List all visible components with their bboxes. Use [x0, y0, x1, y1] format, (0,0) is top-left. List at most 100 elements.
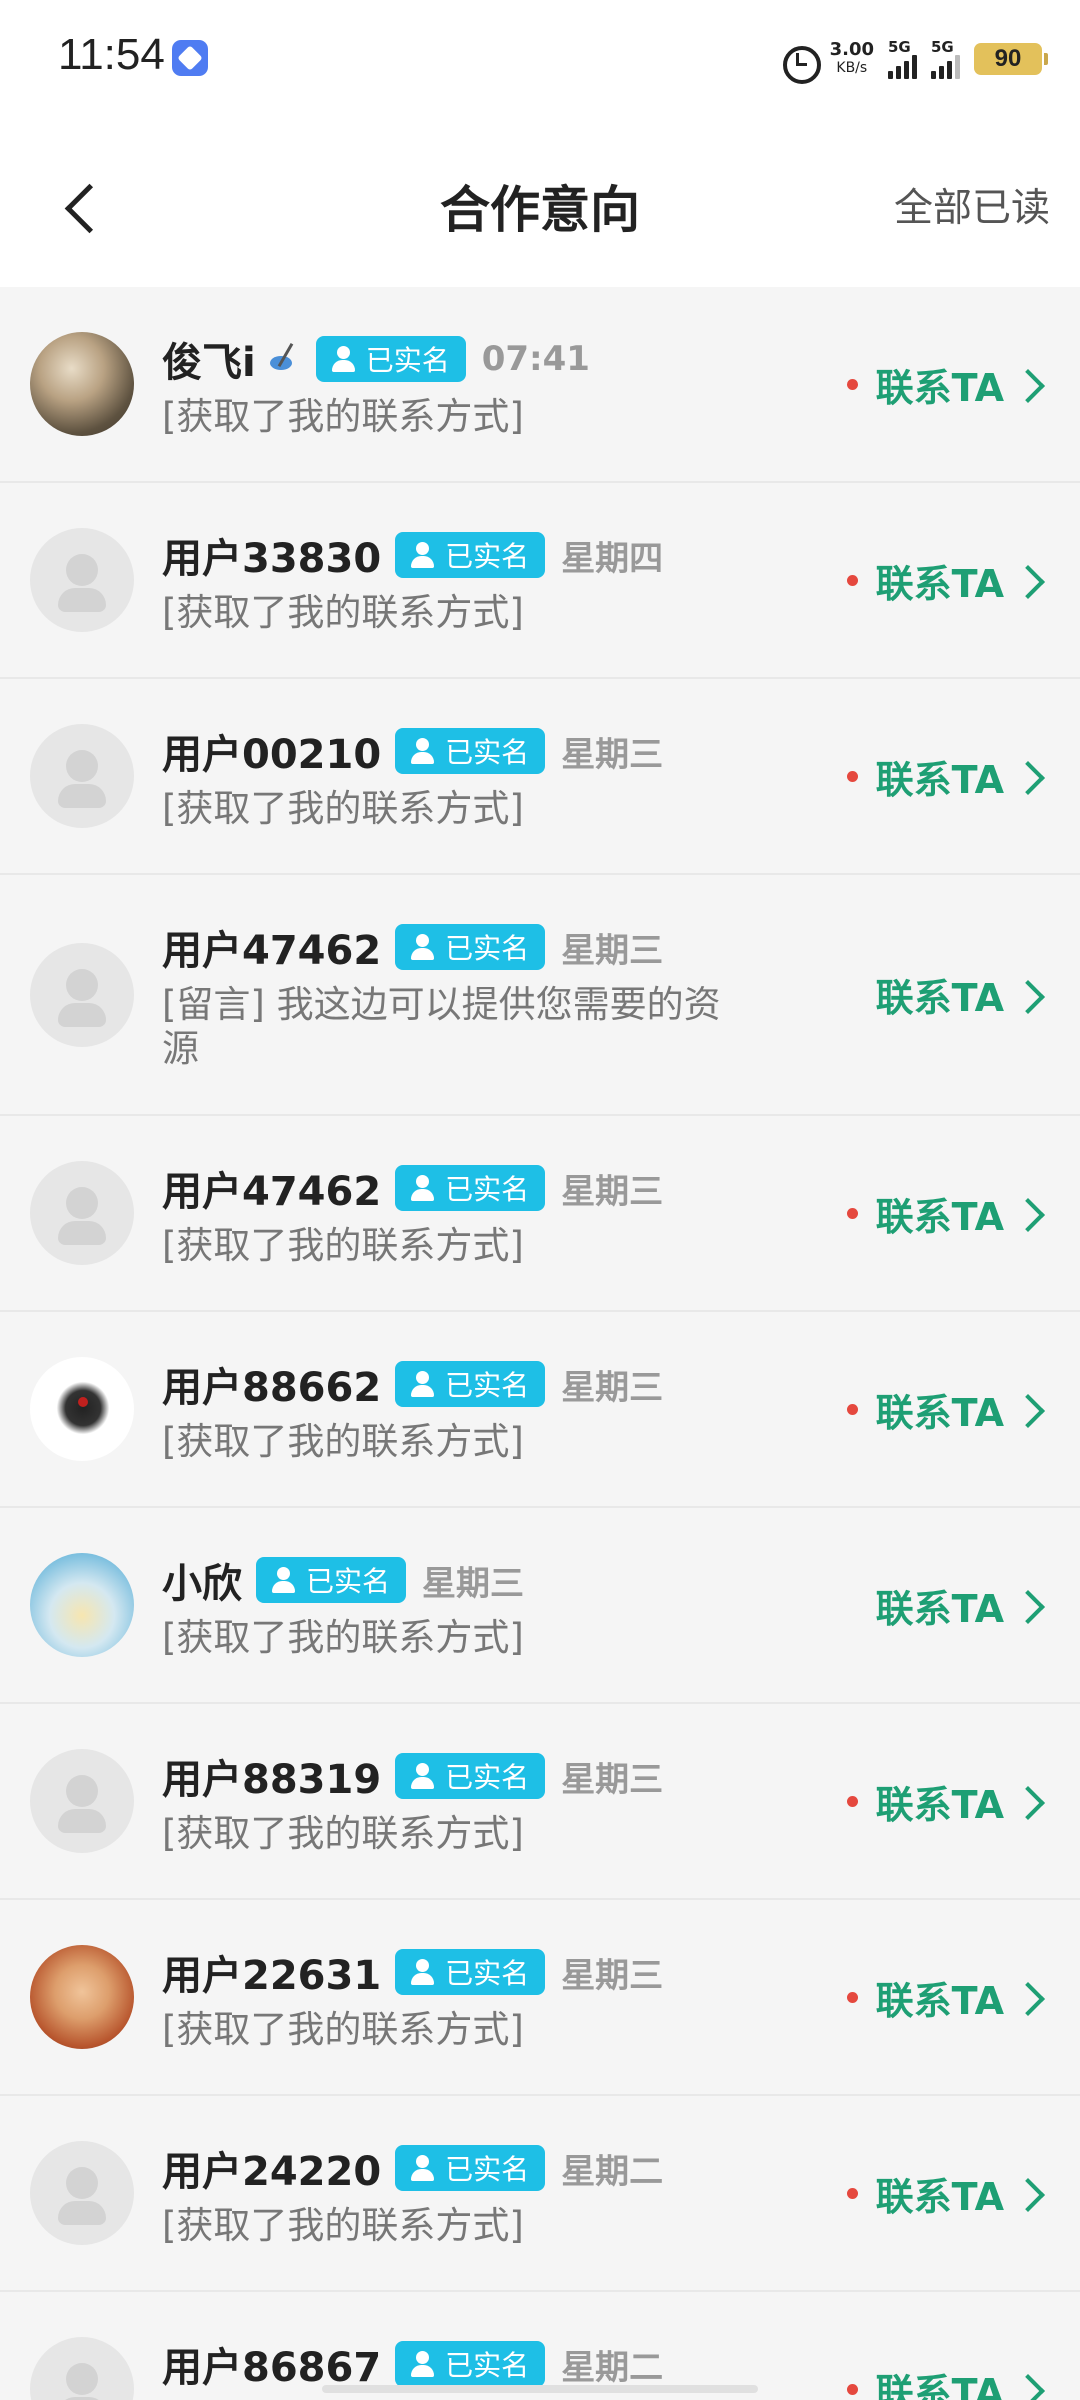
verified-badge: 已实名 [256, 1557, 407, 1603]
message-preview: [获取了我的联系方式] [162, 395, 524, 438]
chevron-right-icon [1014, 1977, 1044, 2017]
name-line: 用户47462 已实名 星期三 [162, 1158, 742, 1218]
signal-1-bars-icon [888, 55, 917, 79]
contact-button-label: 联系TA [875, 2370, 1004, 2400]
verified-badge-label: 已实名 [445, 2153, 530, 2186]
unread-dot [846, 574, 858, 586]
user-name: 俊飞i [162, 340, 256, 386]
unread-dot [846, 1795, 858, 1807]
avatar[interactable] [30, 942, 134, 1047]
name-line: 小欣 已实名 星期三 [162, 1550, 742, 1610]
verified-badge: 已实名 [395, 1361, 546, 1407]
name-line: 用户00210 已实名 星期三 [162, 721, 742, 781]
verified-badge: 已实名 [395, 924, 546, 970]
message-preview: [获取了我的联系方式] [162, 1812, 524, 1855]
user-name: 用户33830 [162, 536, 382, 582]
status-time: 11:54 [58, 30, 165, 79]
app-header: 合作意向 全部已读 [0, 115, 1080, 287]
avatar[interactable] [30, 2141, 134, 2245]
contact-button[interactable]: 联系TA [846, 2165, 1044, 2221]
network-speed-unit: KB/s [836, 60, 868, 76]
message-time: 星期三 [561, 930, 664, 971]
avatar[interactable] [30, 724, 134, 828]
contact-button-label: 联系TA [875, 1978, 1004, 2023]
chevron-right-icon [1014, 1389, 1044, 1429]
name-line: 用户33830 已实名 星期四 [162, 525, 742, 585]
message-time: 星期三 [561, 1955, 664, 1996]
contact-button[interactable]: 联系TA [876, 967, 1044, 1023]
verified-badge: 已实名 [315, 336, 466, 382]
list-item[interactable]: 用户00210 已实名 星期三 [获取了我的联系方式] 联系TA [0, 679, 1080, 875]
message-time: 星期二 [561, 2347, 664, 2388]
message-time: 07:41 [481, 339, 590, 379]
item-info: 用户88662 已实名 星期三 [获取了我的联系方式] [162, 1354, 742, 1464]
verified-badge-label: 已实名 [445, 1761, 530, 1794]
avatar[interactable] [30, 1161, 134, 1265]
person-icon [407, 2349, 437, 2379]
signal-2: 5G [931, 39, 960, 79]
name-line: 俊飞i 已实名 07:41 [162, 329, 742, 389]
item-info: 用户00210 已实名 星期三 [获取了我的联系方式] [162, 721, 742, 831]
list-item[interactable]: 用户24220 已实名 星期二 [获取了我的联系方式] 联系TA [0, 2096, 1080, 2292]
avatar[interactable] [30, 1357, 134, 1461]
contact-button[interactable]: 联系TA [846, 1381, 1044, 1437]
verified-badge-label: 已实名 [306, 1565, 391, 1598]
signal-2-bars-icon [931, 55, 960, 79]
chevron-right-icon [1014, 756, 1044, 796]
verified-badge-label: 已实名 [445, 2349, 530, 2382]
unread-dot [846, 2187, 858, 2199]
user-name: 用户47462 [162, 1169, 382, 1215]
list-item[interactable]: 用户22631 已实名 星期三 [获取了我的联系方式] 联系TA [0, 1900, 1080, 2096]
app-notification-icon [172, 40, 208, 76]
message-preview: [获取了我的联系方式] [162, 591, 524, 634]
unread-dot [846, 770, 858, 782]
list-item[interactable]: 用户47462 已实名 星期三 [留言] 我这边可以提供您需要的资源 联系TA [0, 875, 1080, 1116]
list-item[interactable]: 小欣 已实名 星期三 [获取了我的联系方式] 联系TA [0, 1508, 1080, 1704]
list-item[interactable]: 用户47462 已实名 星期三 [获取了我的联系方式] 联系TA [0, 1116, 1080, 1312]
contact-button[interactable]: 联系TA [846, 1773, 1044, 1829]
verified-badge: 已实名 [395, 1949, 546, 1995]
contact-button-label: 联系TA [875, 561, 1004, 606]
list-item[interactable]: 俊飞i 已实名 07:41 [获取了我的联系方式] 联系TA [0, 287, 1080, 483]
message-preview: [留言] 我这边可以提供您需要的资源 [162, 983, 721, 1070]
item-info: 用户24220 已实名 星期二 [获取了我的联系方式] [162, 2138, 742, 2248]
verified-badge-label: 已实名 [445, 1173, 530, 1206]
list-item[interactable]: 用户33830 已实名 星期四 [获取了我的联系方式] 联系TA [0, 483, 1080, 679]
contact-button[interactable]: 联系TA [876, 1577, 1044, 1633]
chevron-right-icon [1014, 975, 1044, 1015]
person-icon [328, 344, 358, 374]
contact-button[interactable]: 联系TA [846, 552, 1044, 608]
mark-all-read-button[interactable]: 全部已读 [894, 177, 1050, 233]
message-preview: [获取了我的联系方式] [162, 1420, 524, 1463]
chevron-right-icon [1014, 2173, 1044, 2213]
battery-indicator: 90 [974, 43, 1048, 75]
verified-badge-label: 已实名 [445, 1369, 530, 1402]
contact-button[interactable]: 联系TA [846, 1185, 1044, 1241]
message-time: 星期四 [561, 538, 664, 579]
item-info: 用户33830 已实名 星期四 [获取了我的联系方式] [162, 525, 742, 635]
message-time: 星期三 [561, 1171, 664, 1212]
contact-button[interactable]: 联系TA [846, 2361, 1044, 2400]
avatar[interactable] [30, 1553, 134, 1657]
list-item[interactable]: 用户88319 已实名 星期三 [获取了我的联系方式] 联系TA [0, 1704, 1080, 1900]
name-line: 用户47462 已实名 星期三 [162, 917, 742, 977]
avatar[interactable] [30, 1945, 134, 2049]
contact-button[interactable]: 联系TA [846, 748, 1044, 804]
unread-dot [846, 1403, 858, 1415]
list-item[interactable]: 用户88662 已实名 星期三 [获取了我的联系方式] 联系TA [0, 1312, 1080, 1508]
list-item[interactable]: 用户86867 已实名 星期二 联系TA [0, 2292, 1080, 2400]
avatar[interactable] [30, 1749, 134, 1853]
unread-dot [846, 2383, 858, 2395]
person-icon [268, 1565, 298, 1595]
chevron-right-icon [1014, 1781, 1044, 1821]
status-indicators: 3.00 KB/s 5G 5G 90 [780, 34, 1048, 84]
fishing-emoji-icon [264, 340, 302, 378]
avatar[interactable] [30, 2337, 134, 2400]
avatar[interactable] [30, 332, 134, 436]
network-speed-value: 3.00 [829, 39, 874, 60]
avatar[interactable] [30, 528, 134, 632]
contact-button[interactable]: 联系TA [846, 356, 1044, 412]
user-name: 用户47462 [162, 928, 382, 974]
contact-button[interactable]: 联系TA [846, 1969, 1044, 2025]
contact-button-label: 联系TA [875, 1194, 1004, 1239]
